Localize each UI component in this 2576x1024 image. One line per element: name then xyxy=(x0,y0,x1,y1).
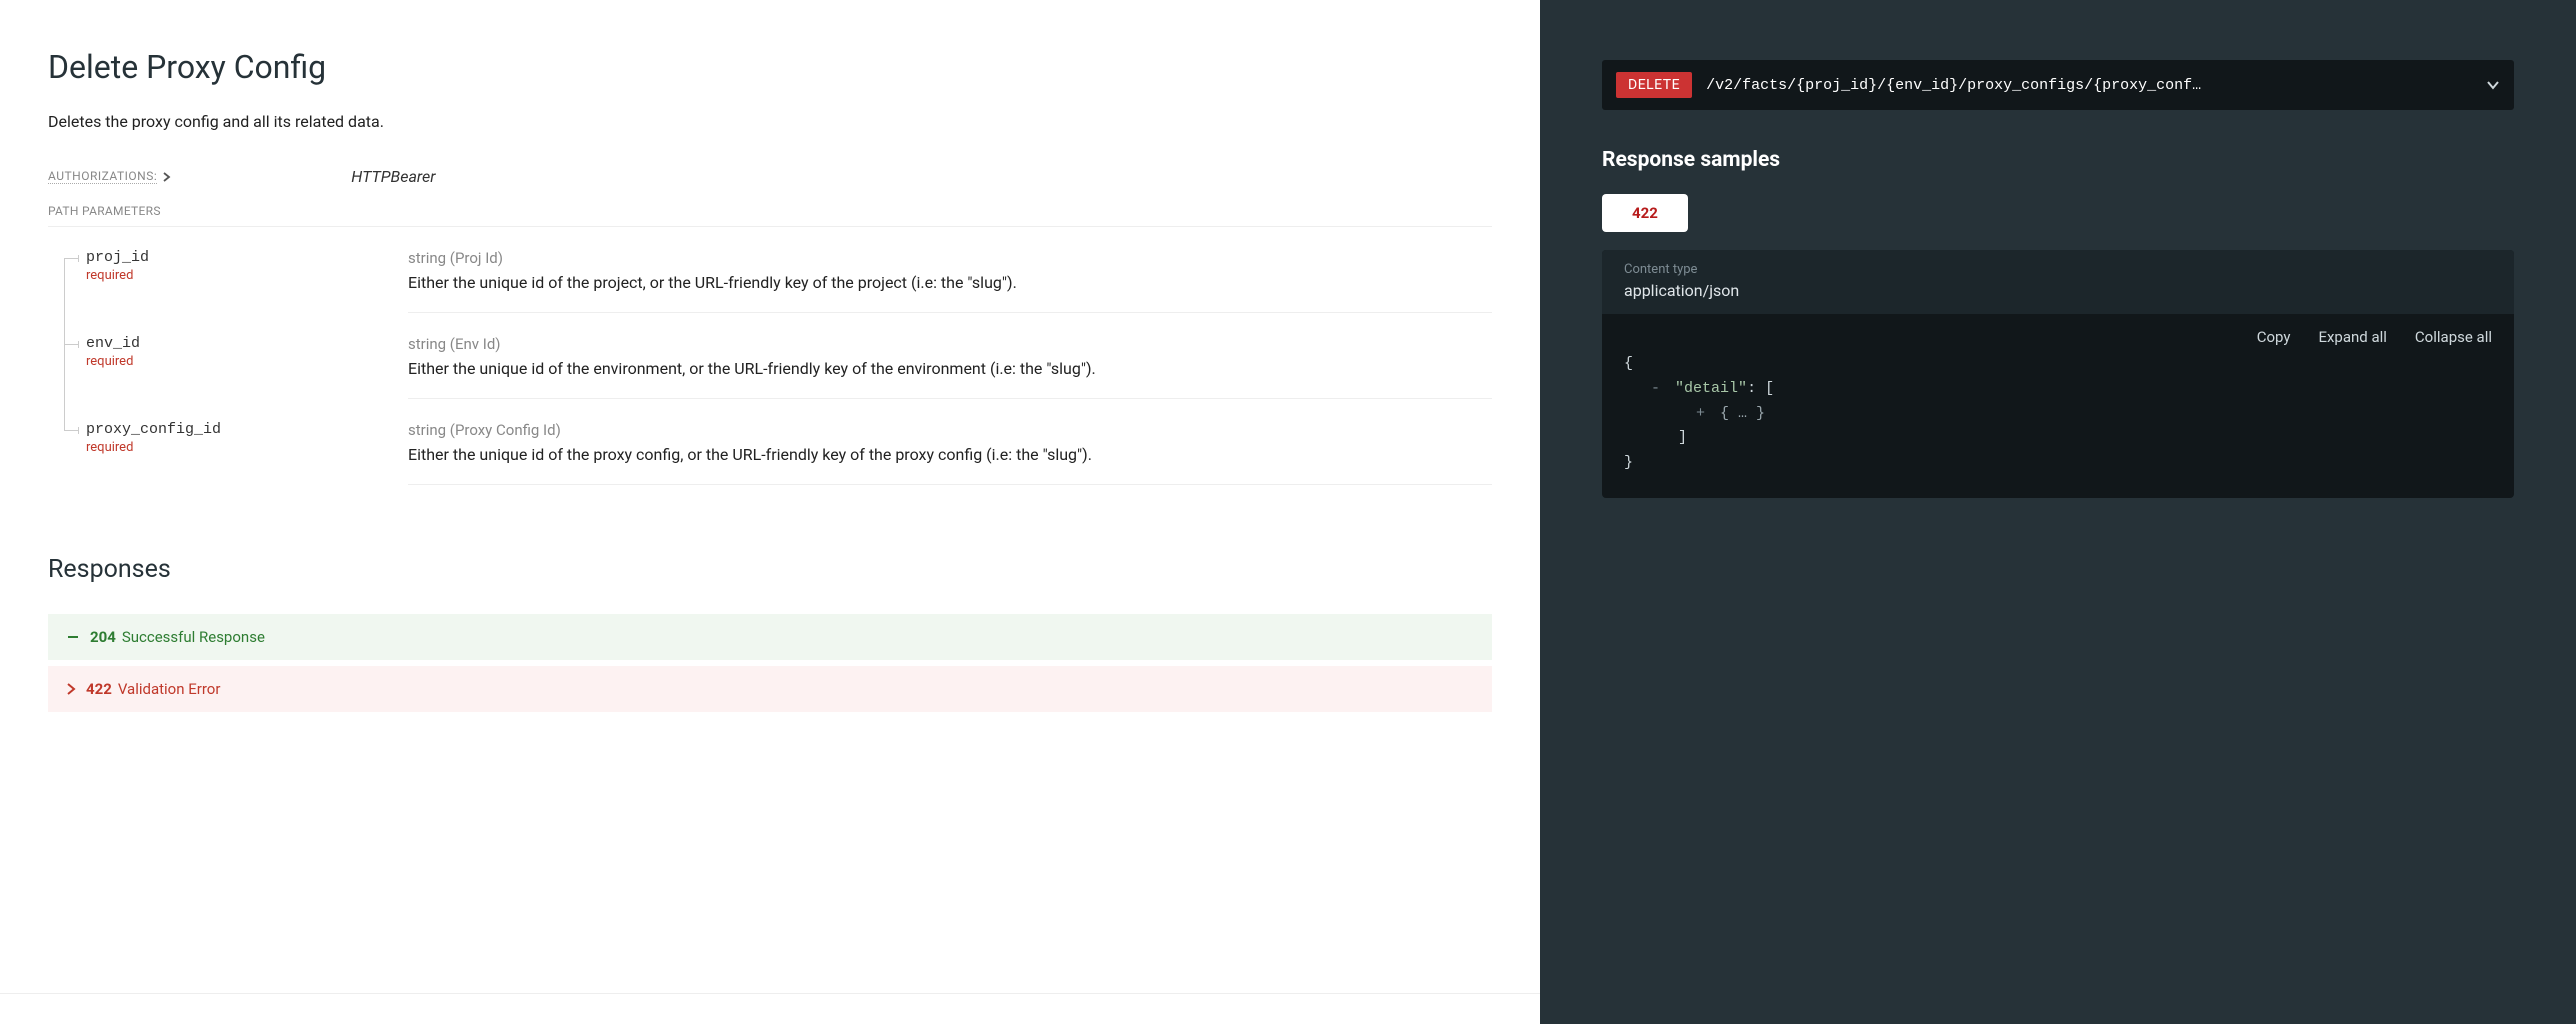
response-text: Successful Response xyxy=(122,628,265,646)
responses-heading: Responses xyxy=(48,555,1492,584)
endpoint-path: /v2/facts/{proj_id}/{env_id}/proxy_confi… xyxy=(1706,77,2476,94)
content-type-bar: Content type application/json xyxy=(1602,250,2514,314)
response-code: 422 xyxy=(86,680,112,698)
param-body-cell: string (Proj Id) Either the unique id of… xyxy=(408,227,1492,313)
chevron-down-icon xyxy=(2486,80,2500,90)
path-parameters-label: PATH PARAMETERS xyxy=(48,204,1492,227)
response-code: 204 xyxy=(90,628,116,646)
collapse-toggle-minus[interactable]: - xyxy=(1651,380,1660,397)
json-brace-open: { xyxy=(1624,355,1633,372)
tree-connector-icon xyxy=(64,313,65,399)
sample-box: Content type application/json Copy Expan… xyxy=(1602,250,2514,498)
response-row-204[interactable]: 204 Successful Response xyxy=(48,614,1492,660)
param-type: string (Proxy Config Id) xyxy=(408,421,1492,439)
expand-all-button[interactable]: Expand all xyxy=(2318,328,2386,346)
chevron-right-icon xyxy=(66,683,76,695)
param-name-cell: proj_id required xyxy=(48,227,408,313)
param-description: Either the unique id of the project, or … xyxy=(408,273,1492,292)
param-description: Either the unique id of the environment,… xyxy=(408,359,1492,378)
response-text: Validation Error xyxy=(118,680,221,698)
authorizations-row[interactable]: AUTHORIZATIONS: HTTPBearer xyxy=(48,167,1492,186)
param-name-cell: proxy_config_id required xyxy=(48,399,408,485)
authorizations-value: HTTPBearer xyxy=(351,167,435,186)
json-array-open: : [ xyxy=(1747,380,1774,397)
content-type-label: Content type xyxy=(1624,262,2492,277)
tree-branch-icon xyxy=(64,430,78,431)
tab-422[interactable]: 422 xyxy=(1602,194,1688,232)
param-body-cell: string (Env Id) Either the unique id of … xyxy=(408,313,1492,399)
response-row-422[interactable]: 422 Validation Error xyxy=(48,666,1492,712)
page-title: Delete Proxy Config xyxy=(48,48,1492,86)
http-method-badge: DELETE xyxy=(1616,72,1692,98)
tree-branch-icon xyxy=(64,258,78,259)
param-name: proj_id xyxy=(86,249,408,266)
doc-panel: Delete Proxy Config Deletes the proxy co… xyxy=(0,0,1540,1024)
tree-branch-icon xyxy=(64,344,78,345)
samples-panel: DELETE /v2/facts/{proj_id}/{env_id}/prox… xyxy=(1540,0,2576,1024)
param-required-badge: required xyxy=(86,268,408,283)
content-type-value: application/json xyxy=(1624,281,2492,300)
code-actions: Copy Expand all Collapse all xyxy=(1602,314,2514,352)
endpoint-bar[interactable]: DELETE /v2/facts/{proj_id}/{env_id}/prox… xyxy=(1602,60,2514,110)
chevron-right-icon xyxy=(163,172,171,182)
json-sample: { - "detail": [ + { … } ] } xyxy=(1602,352,2514,498)
param-name-cell: env_id required xyxy=(48,313,408,399)
param-required-badge: required xyxy=(86,440,408,455)
param-name: env_id xyxy=(86,335,408,352)
collapse-all-button[interactable]: Collapse all xyxy=(2415,328,2492,346)
param-row-env-id: env_id required string (Env Id) Either t… xyxy=(48,313,1492,399)
param-required-badge: required xyxy=(86,354,408,369)
param-description: Either the unique id of the proxy config… xyxy=(408,445,1492,464)
json-collapsed-object[interactable]: { … } xyxy=(1720,405,1765,422)
json-key-detail: "detail" xyxy=(1675,380,1747,397)
param-type: string (Env Id) xyxy=(408,335,1492,353)
authorizations-label: AUTHORIZATIONS: xyxy=(48,169,157,184)
json-brace-close: } xyxy=(1624,454,1633,471)
expand-toggle-plus[interactable]: + xyxy=(1696,405,1705,422)
copy-button[interactable]: Copy xyxy=(2257,328,2291,346)
param-type: string (Proj Id) xyxy=(408,249,1492,267)
path-parameters-table: proj_id required string (Proj Id) Either… xyxy=(48,227,1492,485)
tree-connector-icon xyxy=(64,259,65,313)
dash-icon xyxy=(66,630,80,644)
param-row-proxy-config-id: proxy_config_id required string (Proxy C… xyxy=(48,399,1492,485)
param-body-cell: string (Proxy Config Id) Either the uniq… xyxy=(408,399,1492,485)
param-name: proxy_config_id xyxy=(86,421,408,438)
param-row-proj-id: proj_id required string (Proj Id) Either… xyxy=(48,227,1492,313)
tree-connector-icon xyxy=(64,399,65,431)
response-samples-heading: Response samples xyxy=(1602,148,2514,172)
json-array-close: ] xyxy=(1678,429,1687,446)
page-description: Deletes the proxy config and all its rel… xyxy=(48,112,1492,131)
